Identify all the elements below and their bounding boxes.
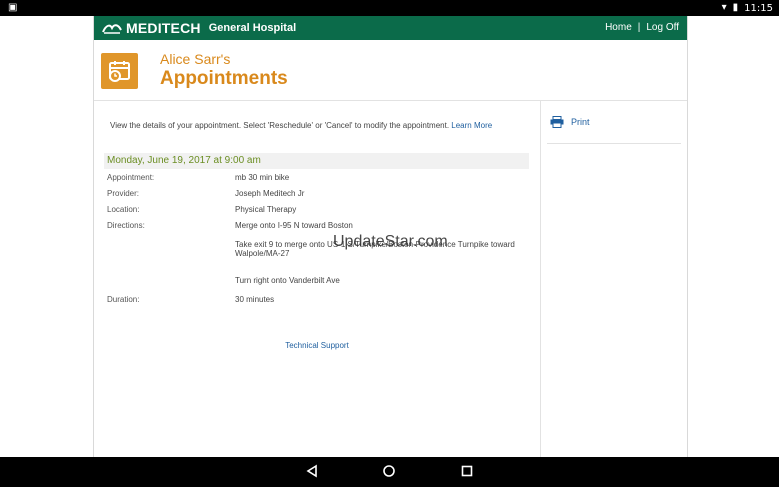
directions-value: Merge onto I-95 N toward Boston Take exi… xyxy=(235,221,527,285)
brand-logo: MEDITECH General Hospital xyxy=(102,20,296,36)
print-label: Print xyxy=(571,117,590,127)
intro-message: View the details of your appointment. Se… xyxy=(110,121,450,130)
provider-value: Joseph Meditech Jr xyxy=(235,189,305,198)
logoff-link[interactable]: Log Off xyxy=(646,22,679,33)
print-button[interactable]: Print xyxy=(550,116,590,128)
location-value: Physical Therapy xyxy=(235,205,297,214)
side-divider xyxy=(547,143,681,144)
detail-row-location: Location: Physical Therapy xyxy=(107,205,527,215)
appointment-label: Appointment: xyxy=(107,173,155,182)
recents-icon[interactable] xyxy=(460,464,474,483)
top-bar: MEDITECH General Hospital Home | Log Off xyxy=(94,16,687,40)
duration-value: 30 minutes xyxy=(235,295,275,304)
location-label: Location: xyxy=(107,205,140,214)
intro-text: View the details of your appointment. Se… xyxy=(110,121,492,130)
appointment-value: mb 30 min bike xyxy=(235,173,290,182)
detail-row-provider: Provider: Joseph Meditech Jr xyxy=(107,189,527,199)
learn-more-link[interactable]: Learn More xyxy=(451,121,492,130)
brand-name: MEDITECH xyxy=(126,20,201,36)
provider-label: Provider: xyxy=(107,189,140,198)
wifi-icon: ▾ xyxy=(721,2,727,13)
technical-support-link[interactable]: Technical Support xyxy=(285,341,349,350)
watermark: UpdateStar.com xyxy=(333,233,448,250)
appointment-details-panel: View the details of your appointment. Se… xyxy=(94,101,541,457)
meditech-logo-icon xyxy=(102,24,122,34)
page-title: Appointments xyxy=(160,68,288,89)
appointment-date: Monday, June 19, 2017 at 9:00 am xyxy=(104,153,529,169)
link-separator: | xyxy=(637,22,641,33)
directions-label: Directions: xyxy=(107,221,145,230)
appointment-details: Appointment: mb 30 min bike Provider: Jo… xyxy=(107,173,527,311)
direction-step: Turn right onto Vanderbilt Ave xyxy=(235,276,340,285)
detail-row-duration: Duration: 30 minutes xyxy=(107,295,527,305)
home-icon[interactable] xyxy=(382,464,396,483)
printer-icon xyxy=(550,116,564,128)
direction-step: Merge onto I-95 N toward Boston xyxy=(235,221,353,230)
tech-support: Technical Support xyxy=(94,341,540,350)
status-time: 11:15 xyxy=(744,2,773,14)
side-panel: Print xyxy=(541,101,687,457)
home-link[interactable]: Home xyxy=(605,22,632,33)
calendar-clock-icon xyxy=(101,53,138,89)
brand-sub: General Hospital xyxy=(208,22,297,34)
android-nav-bar xyxy=(0,457,779,487)
detail-row-appointment: Appointment: mb 30 min bike xyxy=(107,173,527,183)
back-icon[interactable] xyxy=(305,464,319,483)
detail-row-directions: Directions: Merge onto I-95 N toward Bos… xyxy=(107,221,527,285)
battery-icon: ▮ xyxy=(732,2,739,13)
status-bar: ▣ ▾ ▮ 11:15 xyxy=(0,0,779,16)
duration-label: Duration: xyxy=(107,295,140,304)
patient-name: Alice Sarr's xyxy=(160,51,231,67)
page-header: Alice Sarr's Appointments xyxy=(94,40,687,101)
notification-icon: ▣ xyxy=(8,2,18,13)
